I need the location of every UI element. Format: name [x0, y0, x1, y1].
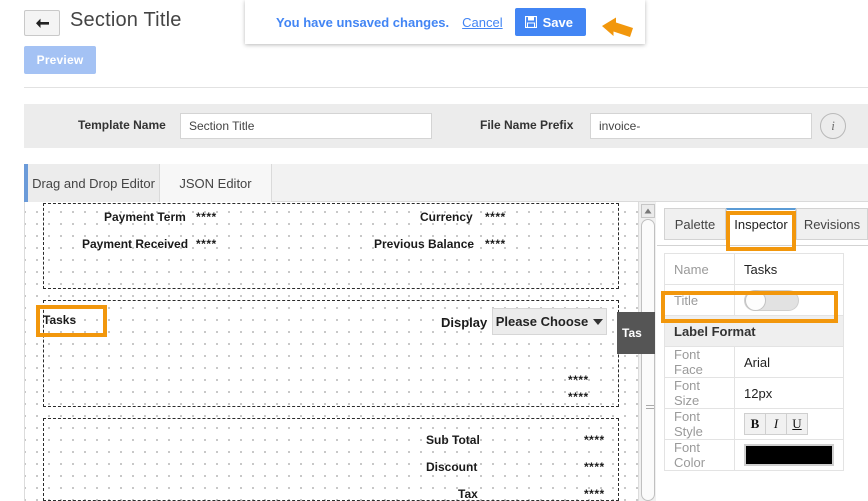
display-label: Display: [441, 315, 488, 330]
property-key-name: Name: [664, 253, 735, 285]
table-row: Font Face Arial: [664, 346, 844, 378]
unsaved-changes-toast: You have unsaved changes. Cancel Save: [245, 0, 645, 44]
tasks-row-value-2: ****: [568, 390, 589, 404]
drag-handle-chip[interactable]: Tas: [617, 312, 655, 354]
font-color-swatch[interactable]: [744, 444, 834, 466]
table-row: Title: [664, 284, 844, 316]
save-button[interactable]: Save: [514, 8, 586, 36]
field-value-currency: ****: [485, 210, 506, 224]
field-label-payment-received: Payment Received: [82, 237, 189, 251]
scrollbar-grip-icon: [646, 405, 654, 406]
field-value-payment-term: ****: [196, 210, 217, 224]
field-label-sub-total: Sub Total: [426, 433, 480, 447]
template-meta-bar: Template Name File Name Prefix i: [24, 104, 868, 148]
title-toggle-knob: [745, 289, 766, 311]
label-format-heading: Label Format: [664, 315, 844, 347]
field-label-currency: Currency: [420, 210, 473, 224]
inspector-property-table: Name Tasks Title Label Format Font Face …: [664, 253, 844, 471]
save-button-label: Save: [542, 14, 573, 30]
tasks-element-label[interactable]: Tasks: [43, 313, 76, 327]
file-name-prefix-input[interactable]: [590, 113, 812, 139]
property-key-font-face: Font Face: [664, 346, 735, 378]
tab-palette[interactable]: Palette: [664, 208, 726, 240]
tab-json-editor[interactable]: JSON Editor: [160, 164, 272, 202]
file-name-prefix-label: File Name Prefix: [480, 118, 574, 132]
table-row: Font Size 12px: [664, 377, 844, 409]
template-name-input[interactable]: [180, 113, 432, 139]
display-select[interactable]: Please Choose: [492, 308, 607, 335]
canvas-scrollbar-thumb-lower[interactable]: [641, 329, 655, 501]
property-key-title: Title: [664, 284, 735, 316]
preview-button[interactable]: Preview: [24, 46, 96, 74]
bold-button[interactable]: B: [744, 413, 766, 435]
back-arrow-icon[interactable]: [24, 10, 60, 36]
property-key-font-size: Font Size: [664, 377, 735, 409]
header-divider: [24, 87, 868, 88]
property-key-font-style: Font Style: [664, 408, 735, 440]
unsaved-changes-message: You have unsaved changes.: [276, 14, 450, 30]
field-value-previous-balance: ****: [485, 237, 506, 251]
canvas-section-top[interactable]: Payment Term **** Currency **** Payment …: [43, 203, 619, 289]
table-row: Label Format: [664, 315, 844, 347]
field-label-payment-term: Payment Term: [104, 210, 186, 224]
field-value-payment-received: ****: [196, 237, 217, 251]
drag-and-drop-canvas[interactable]: Payment Term **** Currency **** Payment …: [24, 202, 656, 501]
title-toggle[interactable]: [744, 289, 799, 311]
table-row: Name Tasks: [664, 253, 844, 285]
table-row: Font Color: [664, 439, 844, 471]
property-value-font-style: BIU: [734, 408, 844, 440]
page-title: Section Title: [70, 9, 182, 31]
tab-revisions[interactable]: Revisions: [796, 208, 868, 240]
info-circle-icon[interactable]: i: [820, 113, 846, 139]
scroll-up-arrow-glyph: [644, 208, 652, 214]
panel-tab-divider: [657, 245, 868, 246]
orange-arrow-icon: [602, 17, 633, 37]
table-row: Font Style BIU: [664, 408, 844, 440]
inspector-panel: Palette Inspector Revisions Name Tasks T…: [657, 202, 868, 501]
field-value-sub-total: ****: [584, 433, 605, 447]
tab-inspector[interactable]: Inspector: [726, 208, 796, 240]
canvas-grid: Payment Term **** Currency **** Payment …: [25, 202, 640, 501]
underline-button[interactable]: U: [786, 413, 808, 435]
back-arrow-glyph: [35, 18, 49, 28]
field-value-discount: ****: [584, 460, 605, 474]
canvas-scrollbar-thumb-upper[interactable]: [641, 219, 655, 324]
property-value-font-size[interactable]: 12px: [734, 377, 844, 409]
property-value-font-face[interactable]: Arial: [734, 346, 844, 378]
editor-tab-bar: Drag and Drop Editor JSON Editor: [24, 164, 868, 202]
panel-tab-bar: Palette Inspector Revisions: [657, 208, 868, 246]
italic-button[interactable]: I: [765, 413, 787, 435]
tab-drag-and-drop-editor[interactable]: Drag and Drop Editor: [28, 164, 160, 202]
template-name-label: Template Name: [78, 118, 166, 132]
field-label-tax: Tax: [458, 487, 478, 501]
field-label-discount: Discount: [426, 460, 478, 474]
display-select-value: Please Choose: [495, 314, 589, 329]
property-key-font-color: Font Color: [664, 439, 735, 471]
field-value-tax: ****: [584, 487, 605, 501]
tasks-row-value-1: ****: [568, 373, 589, 387]
property-value-title: [734, 284, 844, 316]
cancel-link[interactable]: Cancel: [462, 15, 502, 30]
canvas-section-totals[interactable]: Sub Total **** Discount **** Tax ****: [43, 418, 619, 501]
property-value-name: Tasks: [734, 253, 844, 285]
property-value-font-color: [734, 439, 844, 471]
floppy-disk-glyph: [524, 15, 537, 29]
scroll-up-arrow-icon[interactable]: [641, 204, 655, 218]
field-label-previous-balance: Previous Balance: [374, 237, 475, 251]
chevron-down-icon: [593, 318, 604, 325]
floppy-disk-icon: [524, 15, 537, 29]
